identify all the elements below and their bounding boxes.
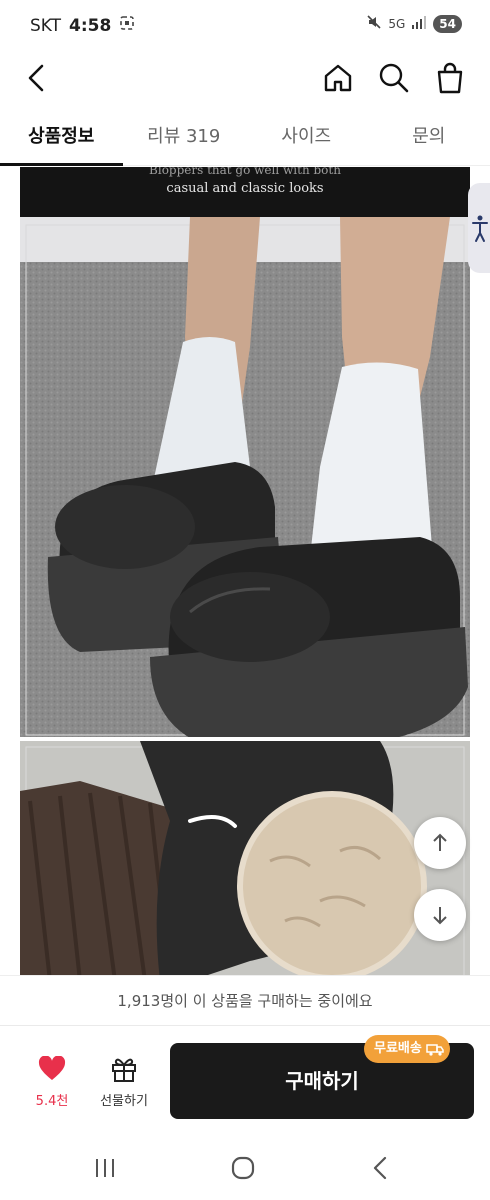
gift-label: 선물하기 xyxy=(100,1094,148,1109)
home-button[interactable] xyxy=(320,60,356,96)
nav-header xyxy=(0,52,490,108)
free-shipping-badge: 무료배송 xyxy=(364,1035,450,1063)
arrow-down-icon xyxy=(433,907,447,925)
gift-icon xyxy=(112,1058,136,1082)
tab-inquiry[interactable]: 문의 xyxy=(368,108,490,165)
shopping-bag-icon xyxy=(437,62,463,94)
recent-apps-button[interactable] xyxy=(90,1153,120,1183)
banner-line-2: casual and classic looks xyxy=(166,181,324,196)
signal-icon xyxy=(411,15,427,32)
tab-size[interactable]: 사이즈 xyxy=(245,108,368,165)
home-nav-button[interactable] xyxy=(228,1153,258,1183)
truck-icon xyxy=(426,1040,444,1069)
arrow-up-icon xyxy=(433,833,447,851)
accessibility-icon xyxy=(472,215,488,242)
network-label: 5G xyxy=(388,16,406,31)
recent-apps-icon xyxy=(96,1159,114,1177)
product-photo-1 xyxy=(20,217,470,737)
tab-reviews[interactable]: 리뷰 319 xyxy=(123,108,246,165)
heart-icon xyxy=(38,1055,66,1080)
banner-line-1: Bloppers that go well with both xyxy=(149,167,341,177)
status-bar: SKT 4:58 5G 54 xyxy=(0,0,490,52)
product-photo-2 xyxy=(20,741,470,977)
home-circle-icon xyxy=(231,1156,255,1180)
gift-button[interactable]: 선물하기 xyxy=(92,1056,156,1116)
like-count: 5.4천 xyxy=(35,1094,69,1109)
buyers-count-notice: 1,913명이 이 상품을 구매하는 중이에요 xyxy=(0,975,490,1025)
product-tabs: 상품정보 리뷰 319 사이즈 문의 xyxy=(0,108,490,166)
search-button[interactable] xyxy=(376,60,412,96)
carrier-label: SKT xyxy=(30,15,62,36)
back-arrow-icon xyxy=(373,1156,387,1180)
search-icon xyxy=(379,63,409,93)
battery-indicator: 54 xyxy=(433,14,462,33)
description-banner: Bloppers that go well with both casual a… xyxy=(20,167,470,217)
purchase-bar: 5.4천 선물하기 구매하기 무료배송 xyxy=(0,1025,490,1131)
scroll-top-button[interactable] xyxy=(414,817,466,869)
scroll-bottom-button[interactable] xyxy=(414,889,466,941)
accessibility-button[interactable] xyxy=(468,183,490,273)
home-icon xyxy=(324,64,352,92)
cart-button[interactable] xyxy=(432,60,468,96)
back-button[interactable] xyxy=(20,58,56,98)
system-navigation-bar xyxy=(0,1131,490,1200)
clock: 4:58 xyxy=(69,15,112,36)
tab-product-info[interactable]: 상품정보 xyxy=(0,108,123,166)
mute-icon xyxy=(366,14,382,33)
like-button[interactable]: 5.4천 xyxy=(24,1055,80,1116)
back-nav-button[interactable] xyxy=(366,1153,396,1183)
screenshot-icon xyxy=(119,15,135,36)
chevron-left-icon xyxy=(28,64,44,92)
free-shipping-label: 무료배송 xyxy=(374,1041,422,1056)
